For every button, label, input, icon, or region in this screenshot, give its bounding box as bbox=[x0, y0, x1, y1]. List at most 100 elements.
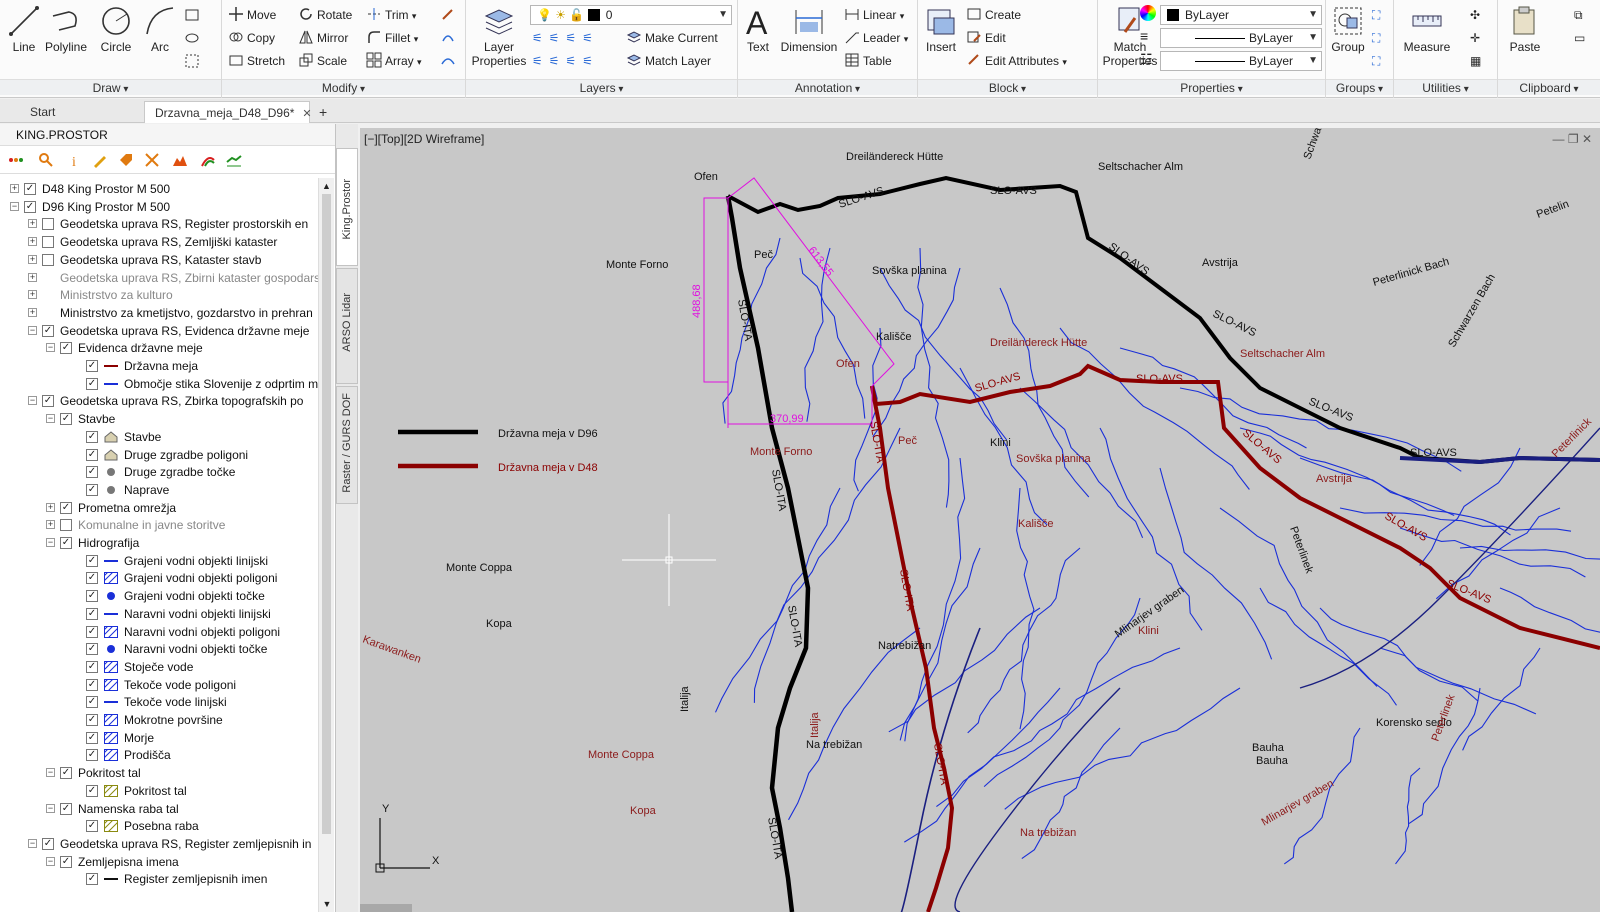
rectangle-button[interactable] bbox=[184, 6, 203, 26]
tab-arso-lidar[interactable]: ARSO Lidar bbox=[336, 268, 358, 384]
layer-tools-row1[interactable]: ⚟⚟⚟⚟ bbox=[532, 28, 599, 48]
tree-row[interactable]: − ✓ Geodetska uprava RS, Evidenca državne … bbox=[0, 322, 318, 340]
collapse-icon[interactable]: − bbox=[10, 201, 19, 211]
block-panel-title[interactable]: Block bbox=[918, 79, 1097, 95]
tree-row[interactable]: − ✓ Namenska raba tal bbox=[0, 800, 318, 818]
scroll-thumb[interactable] bbox=[322, 194, 331, 834]
expand-icon[interactable]: + bbox=[46, 502, 55, 512]
close-icon[interactable]: ✕ bbox=[302, 108, 311, 120]
tree-row[interactable]: ✓ Mokrotne površine bbox=[0, 711, 318, 729]
collapse-icon[interactable]: − bbox=[28, 838, 37, 848]
make-current-button[interactable]: Make Current bbox=[626, 28, 718, 48]
create-button[interactable]: Create bbox=[966, 5, 1021, 25]
clipboard-panel-title[interactable]: Clipboard bbox=[1498, 79, 1600, 95]
search-icon[interactable] bbox=[38, 152, 54, 168]
tree-row[interactable]: ✓ Stavbe bbox=[0, 428, 318, 446]
table-button[interactable]: Table bbox=[844, 51, 892, 71]
color-combo[interactable]: ByLayer ▼ bbox=[1160, 5, 1322, 25]
copy-clip-icon[interactable]: ⧉ bbox=[1574, 5, 1583, 25]
layer-checkbox[interactable]: ✓ bbox=[86, 873, 98, 886]
cross-lines-icon[interactable] bbox=[144, 152, 160, 168]
profile-icon[interactable] bbox=[226, 152, 242, 168]
layer-checkbox[interactable]: ✓ bbox=[60, 537, 72, 549]
arc-button[interactable]: Arc bbox=[142, 4, 178, 54]
tree-row[interactable]: ✓ Posebna raba bbox=[0, 817, 318, 835]
linear-button[interactable]: Linear ▾ bbox=[844, 5, 904, 25]
layer-checkbox[interactable]: ✓ bbox=[86, 607, 98, 620]
new-tab-button[interactable]: + bbox=[314, 101, 336, 123]
tree-row[interactable]: − ✓ Geodetska uprava RS, Register zemljepi… bbox=[0, 835, 318, 853]
tree-row[interactable]: + ✓ D48 King Prostor M 500 bbox=[0, 180, 318, 198]
tree-row[interactable]: + Ministrstvo za kulturo bbox=[0, 286, 318, 304]
expand-icon[interactable]: + bbox=[28, 290, 37, 300]
line-button[interactable]: Line bbox=[6, 4, 42, 54]
layer-checkbox[interactable]: ✓ bbox=[24, 200, 36, 213]
tab-drawing[interactable]: Drzavna_meja_D48_D96* ✕ bbox=[144, 101, 312, 123]
point-icon[interactable]: ✣ bbox=[1470, 5, 1480, 25]
layer-checkbox[interactable]: ✓ bbox=[86, 430, 98, 443]
tree-row[interactable]: ✓ Tekoče vode poligoni bbox=[0, 676, 318, 694]
layer-checkbox[interactable]: ✓ bbox=[86, 625, 98, 638]
tree-row[interactable]: − ✓ Pokritost tal bbox=[0, 764, 318, 782]
id-point-icon[interactable]: ✛ bbox=[1470, 28, 1480, 48]
layer-checkbox[interactable]: ✓ bbox=[86, 377, 98, 390]
contour-icon[interactable] bbox=[200, 152, 216, 168]
tree-row[interactable]: ✓ Register zemljepisnih imen bbox=[0, 870, 318, 888]
group-select-icon[interactable]: ⛶ bbox=[1372, 51, 1380, 71]
collapse-icon[interactable]: − bbox=[28, 396, 37, 406]
expand-icon[interactable]: + bbox=[28, 237, 37, 247]
layer-checkbox[interactable]: ✓ bbox=[42, 324, 54, 337]
layer-checkbox[interactable]: ✓ bbox=[86, 590, 98, 603]
tree-row[interactable]: ✓ Naprave bbox=[0, 481, 318, 499]
expand-icon[interactable]: + bbox=[10, 184, 19, 193]
tree-row[interactable]: − ✓ Geodetska uprava RS, Zbirka topografsk… bbox=[0, 392, 318, 410]
tree-row[interactable]: − ✓ Evidenca državne meje bbox=[0, 339, 318, 357]
layer-checkbox[interactable]: ✓ bbox=[86, 554, 98, 567]
match-layer-button[interactable]: Match Layer bbox=[626, 51, 711, 71]
layer-checkbox[interactable] bbox=[42, 253, 54, 266]
copy-button[interactable]: Copy bbox=[228, 28, 275, 48]
tree-row[interactable]: + Geodetska uprava RS, Register prostorsk… bbox=[0, 215, 318, 233]
tree-row[interactable]: ✓ Grajeni vodni objekti poligoni bbox=[0, 569, 318, 587]
layer-checkbox[interactable]: ✓ bbox=[86, 696, 98, 709]
layer-checkbox[interactable]: ✓ bbox=[42, 395, 54, 408]
text-button[interactable]: A Text bbox=[740, 4, 776, 54]
tree-row[interactable]: ✓ Državna meja bbox=[0, 357, 318, 375]
rotate-button[interactable]: Rotate bbox=[298, 5, 352, 25]
expand-icon[interactable]: + bbox=[28, 272, 37, 282]
lineweight-combo[interactable]: ByLayer ▼ bbox=[1160, 51, 1322, 71]
layer-checkbox[interactable]: ✓ bbox=[86, 731, 98, 744]
erase-button[interactable] bbox=[440, 5, 459, 25]
tag-icon[interactable] bbox=[118, 152, 134, 168]
expand-icon[interactable]: + bbox=[46, 520, 55, 530]
group-button[interactable]: Group bbox=[1328, 4, 1368, 54]
tab-raster-gurs-dof[interactable]: Raster / GURS DOF bbox=[336, 386, 358, 504]
move-button[interactable]: Move bbox=[228, 5, 276, 25]
tree-row[interactable]: − ✓ Zemljepisna imena bbox=[0, 853, 318, 871]
edit-button[interactable]: Edit bbox=[966, 28, 1006, 48]
groups-panel-title[interactable]: Groups bbox=[1326, 79, 1393, 95]
tree-row[interactable]: ✓ Stoječe vode bbox=[0, 658, 318, 676]
layer-checkbox[interactable]: ✓ bbox=[86, 483, 98, 496]
viewport-window-controls[interactable]: — ❐ ✕ bbox=[1553, 132, 1592, 146]
utilities-panel-title[interactable]: Utilities bbox=[1394, 79, 1497, 95]
trim-button[interactable]: Trim ▾ bbox=[366, 5, 416, 25]
layer-checkbox[interactable]: ✓ bbox=[86, 572, 98, 585]
tab-king-prostor[interactable]: King.Prostor bbox=[336, 148, 358, 266]
leader-button[interactable]: Leader ▾ bbox=[844, 28, 908, 48]
collapse-icon[interactable]: − bbox=[46, 538, 55, 547]
collapse-icon[interactable]: − bbox=[46, 768, 55, 778]
collapse-icon[interactable]: − bbox=[28, 325, 37, 335]
tree-row[interactable]: + ✓ Prometna omrežja bbox=[0, 499, 318, 517]
layer-checkbox[interactable]: ✓ bbox=[60, 413, 72, 426]
tree-row[interactable]: + Ministrstvo za kmetijstvo, gozdarstvo i… bbox=[0, 304, 318, 322]
tree-row[interactable]: + Geodetska uprava RS, Kataster stavb bbox=[0, 251, 318, 269]
layer-checkbox[interactable]: ✓ bbox=[60, 855, 72, 868]
layer-checkbox[interactable]: ✓ bbox=[86, 466, 98, 479]
tree-row[interactable]: + Komunalne in javne storitve bbox=[0, 516, 318, 534]
terrain-icon[interactable] bbox=[172, 152, 188, 168]
ungroup-icon[interactable]: ⛶ bbox=[1372, 5, 1380, 25]
draw-panel-title[interactable]: Draw bbox=[0, 79, 221, 95]
layer-checkbox[interactable]: ✓ bbox=[42, 837, 54, 850]
collapse-icon[interactable]: − bbox=[46, 343, 55, 353]
